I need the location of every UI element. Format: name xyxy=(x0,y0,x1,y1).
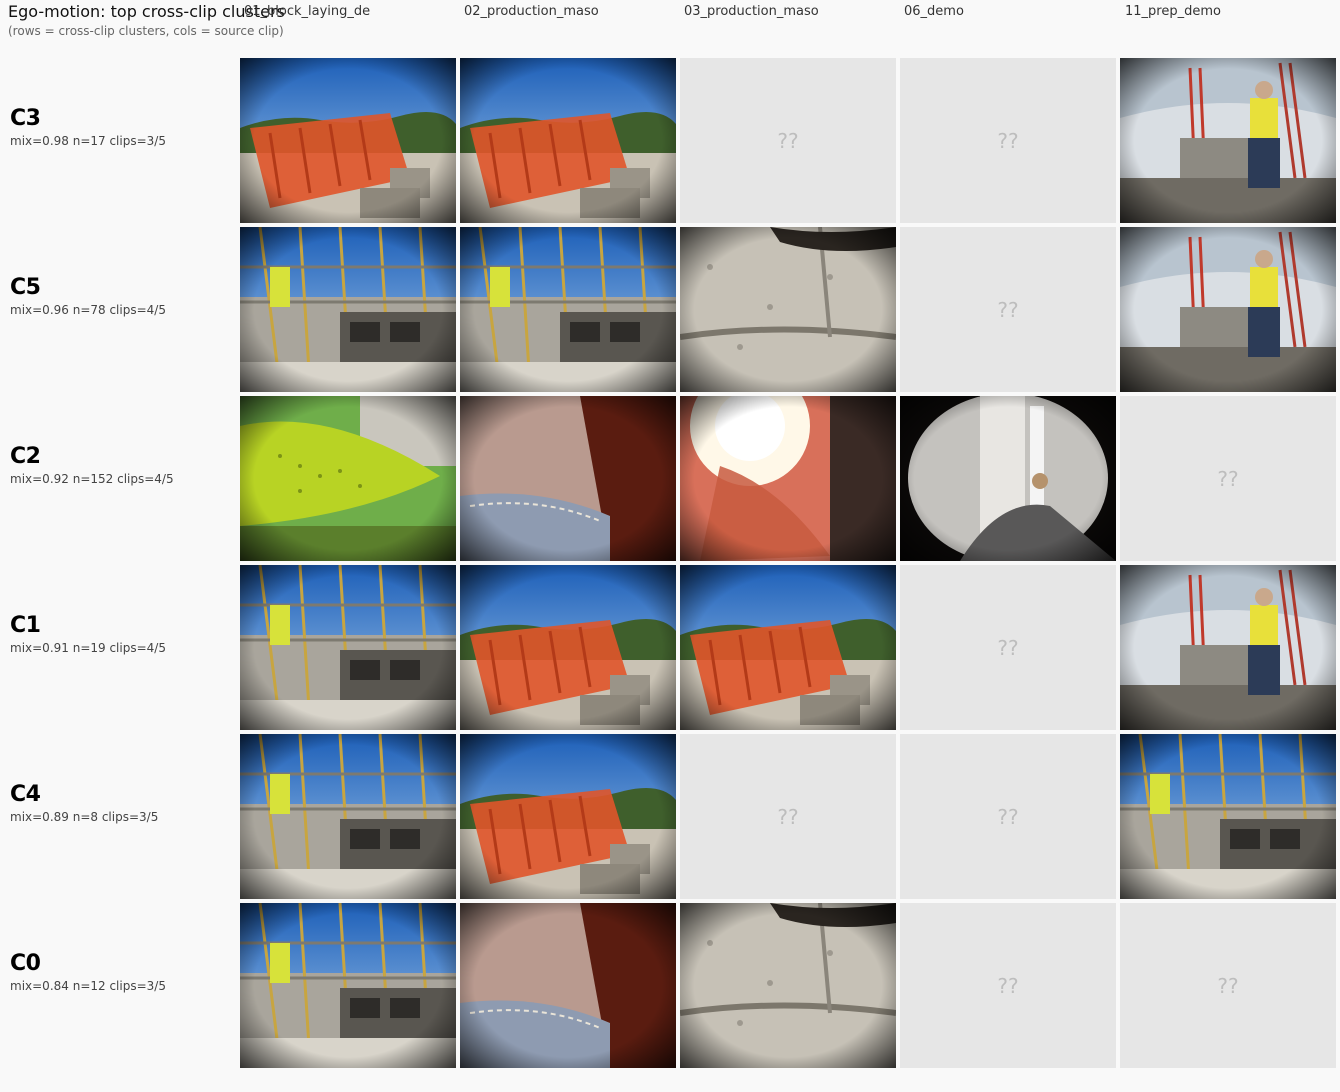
cluster-id: C3 xyxy=(10,106,41,131)
cluster-id: C2 xyxy=(10,444,41,469)
cluster-label: C4 mix=0.89 n=8 clips=3/5 xyxy=(10,782,236,824)
missing-thumbnail: ?? xyxy=(1120,396,1336,561)
cluster-row-c2: C2 mix=0.92 n=152 clips=4/5 ?? xyxy=(0,396,1340,561)
missing-thumbnail: ?? xyxy=(900,227,1116,392)
missing-thumbnail: ?? xyxy=(680,734,896,899)
thumbnail-frame[interactable] xyxy=(680,227,896,392)
thumbnail-frame[interactable] xyxy=(900,396,1116,561)
missing-thumbnail: ?? xyxy=(1120,903,1336,1068)
cluster-stats: mix=0.89 n=8 clips=3/5 xyxy=(10,810,159,824)
thumbnail-frame[interactable] xyxy=(680,396,896,561)
column-header: 02_production_maso xyxy=(464,4,599,19)
missing-marker: ?? xyxy=(997,128,1019,153)
missing-marker: ?? xyxy=(777,804,799,829)
cluster-id: C4 xyxy=(10,782,41,807)
missing-marker: ?? xyxy=(997,635,1019,660)
column-header: 06_demo xyxy=(904,4,964,19)
thumbnail-frame[interactable] xyxy=(460,396,676,561)
thumbnail-frame[interactable] xyxy=(240,58,456,223)
missing-marker: ?? xyxy=(1217,973,1239,998)
missing-marker: ?? xyxy=(1217,466,1239,491)
cluster-id: C0 xyxy=(10,951,41,976)
missing-marker: ?? xyxy=(997,973,1019,998)
cluster-label: C5 mix=0.96 n=78 clips=4/5 xyxy=(10,275,236,317)
cluster-stats: mix=0.96 n=78 clips=4/5 xyxy=(10,303,166,317)
missing-thumbnail: ?? xyxy=(900,734,1116,899)
cluster-stats: mix=0.91 n=19 clips=4/5 xyxy=(10,641,166,655)
cluster-row-c4: C4 mix=0.89 n=8 clips=3/5 ?? ?? xyxy=(0,734,1340,899)
thumbnail-frame[interactable] xyxy=(460,734,676,899)
cluster-label: C2 mix=0.92 n=152 clips=4/5 xyxy=(10,444,236,486)
cluster-label: C1 mix=0.91 n=19 clips=4/5 xyxy=(10,613,236,655)
thumbnail-frame[interactable] xyxy=(460,565,676,730)
cluster-row-c0: C0 mix=0.84 n=12 clips=3/5 ?? ?? xyxy=(0,903,1340,1068)
missing-thumbnail: ?? xyxy=(900,903,1116,1068)
cluster-id: C1 xyxy=(10,613,41,638)
missing-thumbnail: ?? xyxy=(900,58,1116,223)
missing-thumbnail: ?? xyxy=(680,58,896,223)
thumbnail-frame[interactable] xyxy=(240,396,456,561)
thumbnail-frame[interactable] xyxy=(460,903,676,1068)
thumbnail-frame[interactable] xyxy=(680,903,896,1068)
thumbnail-frame[interactable] xyxy=(1120,227,1336,392)
thumbnail-frame[interactable] xyxy=(240,227,456,392)
cluster-row-c1: C1 mix=0.91 n=19 clips=4/5 ?? xyxy=(0,565,1340,730)
cluster-label: C3 mix=0.98 n=17 clips=3/5 xyxy=(10,106,236,148)
thumbnail-frame[interactable] xyxy=(240,565,456,730)
cluster-id: C5 xyxy=(10,275,41,300)
thumbnail-frame[interactable] xyxy=(680,565,896,730)
column-header: 01_block_laying_de xyxy=(244,4,371,19)
thumbnail-frame[interactable] xyxy=(1120,58,1336,223)
thumbnail-frame[interactable] xyxy=(460,58,676,223)
cluster-row-c3: C3 mix=0.98 n=17 clips=3/5 ?? ?? xyxy=(0,58,1340,223)
thumbnail-frame[interactable] xyxy=(240,734,456,899)
cluster-stats: mix=0.98 n=17 clips=3/5 xyxy=(10,134,166,148)
column-header: 11_prep_demo xyxy=(1125,4,1221,19)
cluster-stats: mix=0.84 n=12 clips=3/5 xyxy=(10,979,166,993)
column-header: 03_production_maso xyxy=(684,4,819,19)
cluster-row-c5: C5 mix=0.96 n=78 clips=4/5 ?? xyxy=(0,227,1340,392)
thumbnail-frame[interactable] xyxy=(240,903,456,1068)
thumbnail-frame[interactable] xyxy=(1120,734,1336,899)
missing-marker: ?? xyxy=(777,128,799,153)
thumbnail-frame[interactable] xyxy=(460,227,676,392)
page-subtitle: (rows = cross-clip clusters, cols = sour… xyxy=(8,24,284,38)
missing-marker: ?? xyxy=(997,297,1019,322)
missing-marker: ?? xyxy=(997,804,1019,829)
thumbnail-frame[interactable] xyxy=(1120,565,1336,730)
cluster-stats: mix=0.92 n=152 clips=4/5 xyxy=(10,472,174,486)
missing-thumbnail: ?? xyxy=(900,565,1116,730)
cluster-label: C0 mix=0.84 n=12 clips=3/5 xyxy=(10,951,236,993)
